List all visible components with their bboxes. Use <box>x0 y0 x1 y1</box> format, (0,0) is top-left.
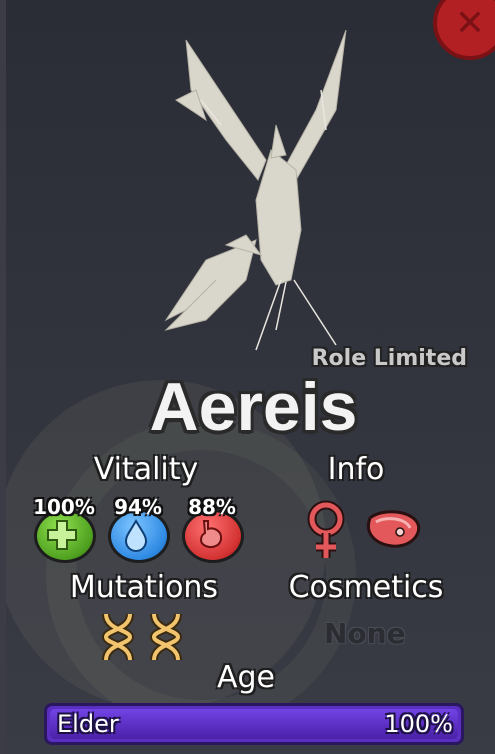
age-stage: Elder <box>57 710 119 738</box>
water-drop-icon <box>124 519 148 552</box>
age-heading: Age <box>216 660 276 695</box>
age-percent: 100% <box>384 710 453 738</box>
female-symbol-icon[interactable] <box>302 500 350 562</box>
creature-name: Aereis <box>149 369 358 445</box>
hunger-stat: 88% <box>180 495 244 563</box>
mutations-heading: Mutations <box>69 570 219 605</box>
vitality-heading: Vitality <box>93 452 199 487</box>
close-icon: ✕ <box>454 2 486 44</box>
creature-panel: ✕ Role Limited Aereis Vitality 100% 94% … <box>6 0 495 754</box>
cosmetics-value: None <box>324 617 406 650</box>
health-stat: 100% <box>32 495 96 563</box>
health-value: 100% <box>33 495 95 519</box>
close-button[interactable]: ✕ <box>433 0 495 60</box>
age-progress-bar: Elder 100% <box>44 703 464 745</box>
creature-image <box>164 30 347 351</box>
info-heading: Info <box>327 452 385 487</box>
thirst-value: 94% <box>114 495 162 519</box>
cosmetics-heading: Cosmetics <box>288 570 444 605</box>
hunger-value: 88% <box>188 495 236 519</box>
dna-icon[interactable] <box>98 610 138 664</box>
health-plus-icon <box>47 520 77 550</box>
dna-icon[interactable] <box>146 610 186 664</box>
thirst-stat: 94% <box>106 495 170 563</box>
meat-icon[interactable] <box>362 508 422 552</box>
stomach-icon <box>200 520 223 548</box>
